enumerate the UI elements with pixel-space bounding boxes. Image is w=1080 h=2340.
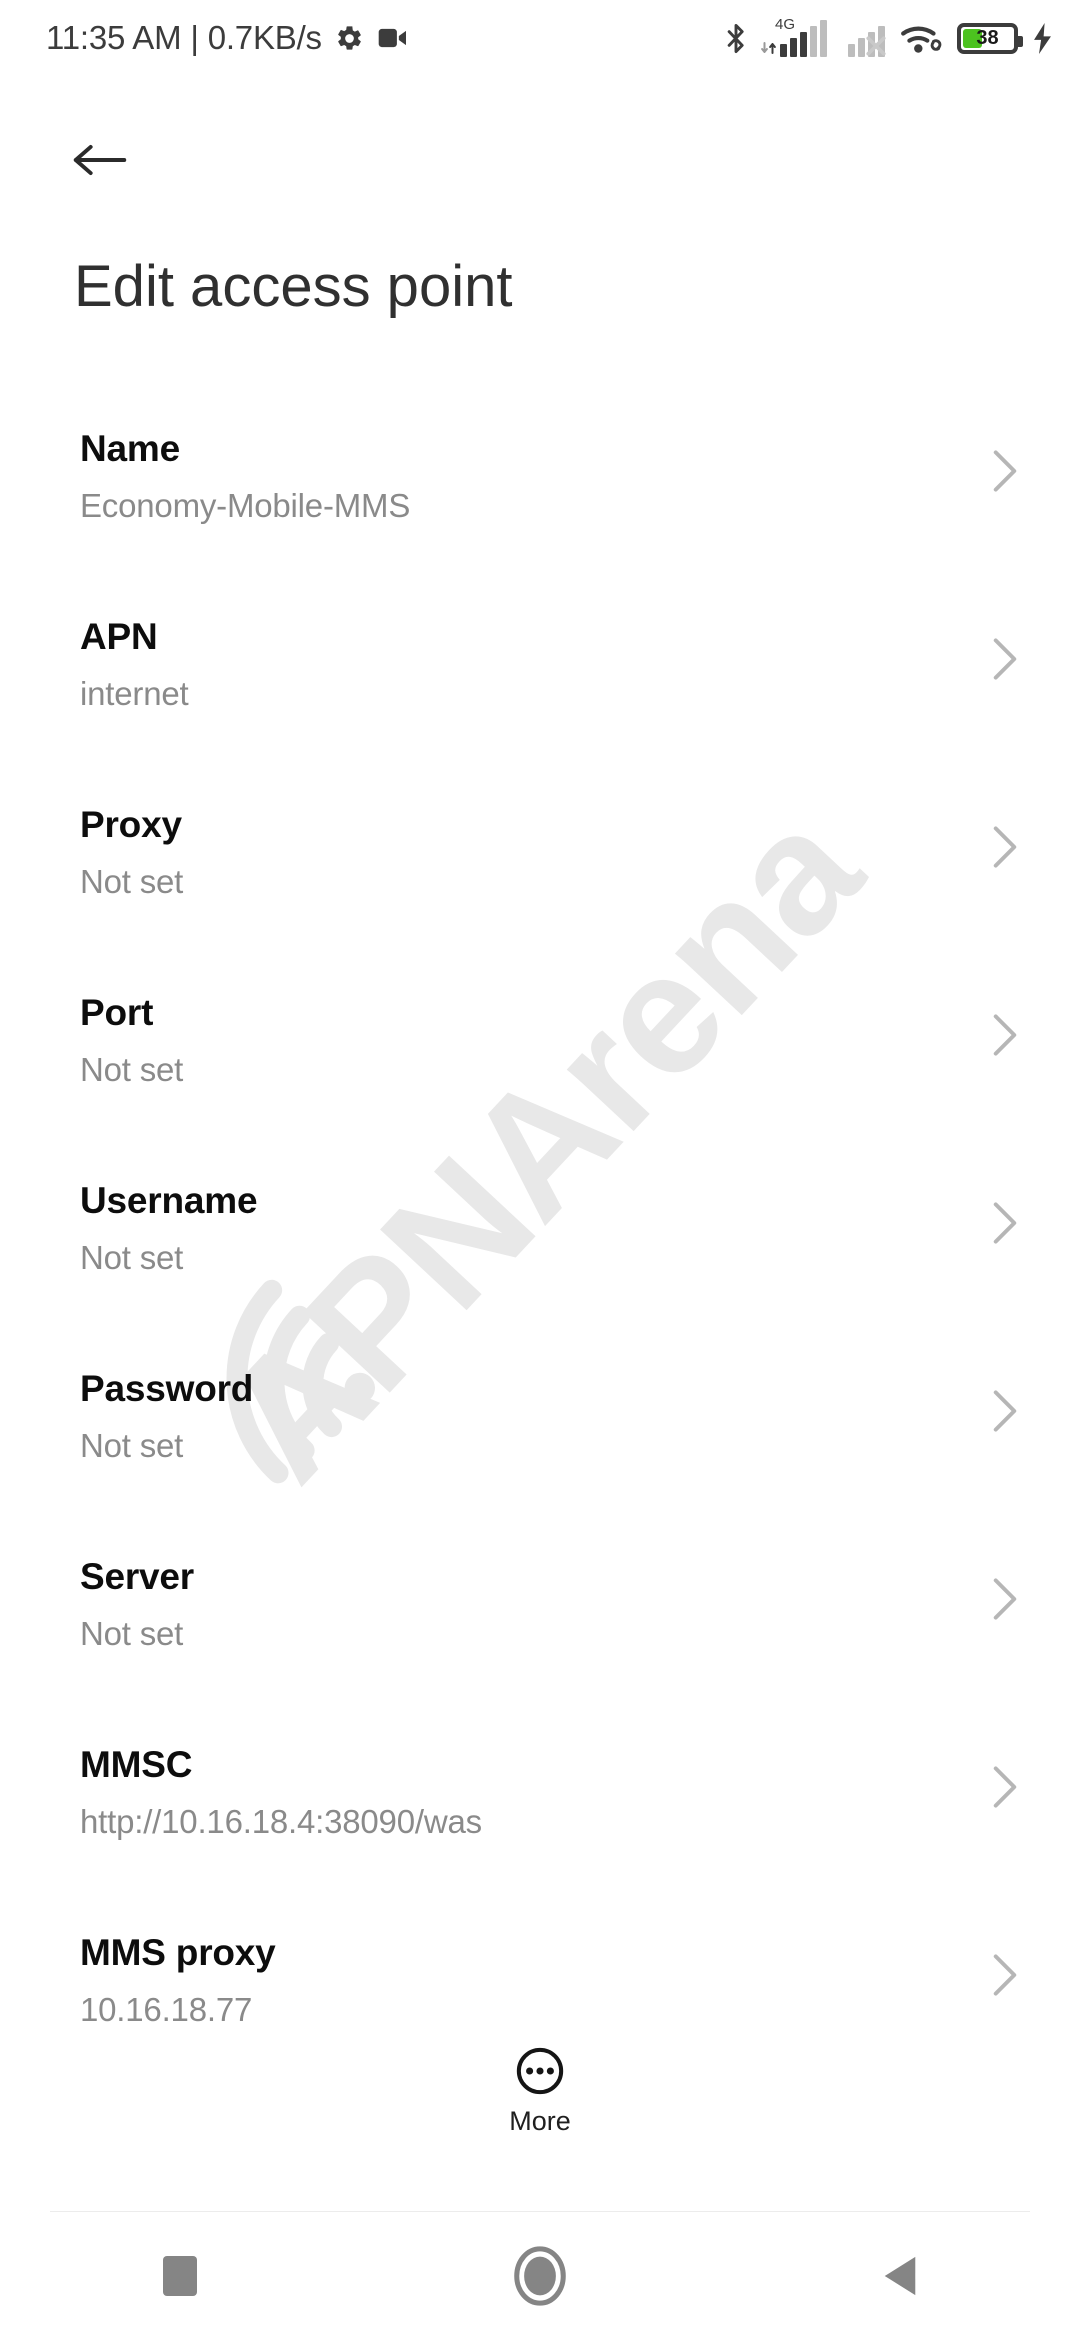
settings-row-value: http://10.16.18.4:38090/was <box>80 1803 482 1840</box>
signal-no-service-icon <box>846 19 887 57</box>
settings-row-value: 10.16.18.77 <box>80 1991 253 2028</box>
signal-bars-icon: 4G <box>761 16 827 57</box>
page-title: Edit access point <box>74 254 513 319</box>
square-recents-icon[interactable] <box>0 2212 360 2340</box>
settings-row-password[interactable]: Password Not set <box>0 1344 1080 1532</box>
triangle-back-icon[interactable] <box>720 2212 1080 2340</box>
status-bar-right: 4G 38 <box>724 16 1054 57</box>
settings-row-label: MMSC <box>80 1744 193 1785</box>
settings-row-server[interactable]: Server Not set <box>0 1532 1080 1720</box>
settings-row-username[interactable]: Username Not set <box>0 1156 1080 1344</box>
settings-row-value: Not set <box>80 1239 184 1276</box>
more-button-label: More <box>509 2106 571 2136</box>
chevron-right-icon <box>993 1954 1017 1996</box>
settings-row-value: Not set <box>80 1615 184 1652</box>
chevron-right-icon <box>993 1202 1017 1244</box>
gear-icon <box>338 25 361 50</box>
settings-row-value: Economy-Mobile-MMS <box>80 487 411 524</box>
battery-level-label: 38 <box>976 27 999 49</box>
settings-row-label: Port <box>80 992 154 1033</box>
settings-list: Name Economy-Mobile-MMS APN internet Proxy No… <box>0 404 1080 2096</box>
chevron-right-icon <box>993 1014 1017 1056</box>
settings-row-value: internet <box>80 675 189 712</box>
chevron-right-icon <box>993 826 1017 868</box>
chevron-right-icon <box>993 1578 1017 1620</box>
video-camera-icon <box>378 28 406 48</box>
navigation-bar <box>0 2212 1080 2340</box>
arrow-left-icon <box>73 144 127 176</box>
status-bar-left: 11:35 AM | 0.7KB/s <box>46 19 409 57</box>
settings-row-label: Server <box>80 1556 195 1597</box>
chevron-right-icon <box>993 638 1017 680</box>
network-type-label: 4G <box>775 16 796 33</box>
settings-row-proxy[interactable]: Proxy Not set <box>0 780 1080 968</box>
chevron-right-icon <box>993 450 1017 492</box>
settings-row-label: Proxy <box>80 804 182 845</box>
settings-row-value: Not set <box>80 1427 184 1464</box>
settings-row-apn[interactable]: APN internet <box>0 592 1080 780</box>
wifi-icon <box>901 26 942 53</box>
settings-row-value: Not set <box>80 863 184 900</box>
settings-row-mmsc[interactable]: MMSC http://10.16.18.4:38090/was <box>0 1720 1080 1908</box>
chevron-right-icon <box>993 1390 1017 1432</box>
settings-row-label: Name <box>80 428 180 469</box>
battery-indicator: 38 <box>957 22 1023 54</box>
status-clock: 11:35 AM | 0.7KB/s <box>46 19 322 56</box>
settings-row-port[interactable]: Port Not set <box>0 968 1080 1156</box>
circle-home-icon[interactable] <box>360 2212 720 2340</box>
settings-row-name[interactable]: Name Economy-Mobile-MMS <box>0 404 1080 592</box>
battery-icon: 38 <box>957 22 1023 54</box>
back-button[interactable] <box>68 128 132 192</box>
data-arrows-icon <box>761 42 776 54</box>
settings-row-value: Not set <box>80 1051 184 1088</box>
chevron-right-icon <box>993 1766 1017 1808</box>
no-service-x-icon <box>866 36 886 56</box>
settings-row-label: MMS proxy <box>80 1932 276 1973</box>
phone-screen: APNArena 11:35 AM | 0.7KB/s 4G 38 Edit a… <box>0 0 1080 2340</box>
more-button[interactable]: More <box>0 2046 1080 2135</box>
status-bar: 11:35 AM | 0.7KB/s 4G 38 <box>0 0 1080 76</box>
charging-bolt-icon <box>1034 22 1051 54</box>
bluetooth-icon <box>727 23 744 53</box>
settings-row-label: Username <box>80 1180 258 1221</box>
settings-row-label: APN <box>80 616 158 657</box>
more-horizontal-circle-icon <box>516 2047 564 2095</box>
settings-row-label: Password <box>80 1368 254 1409</box>
